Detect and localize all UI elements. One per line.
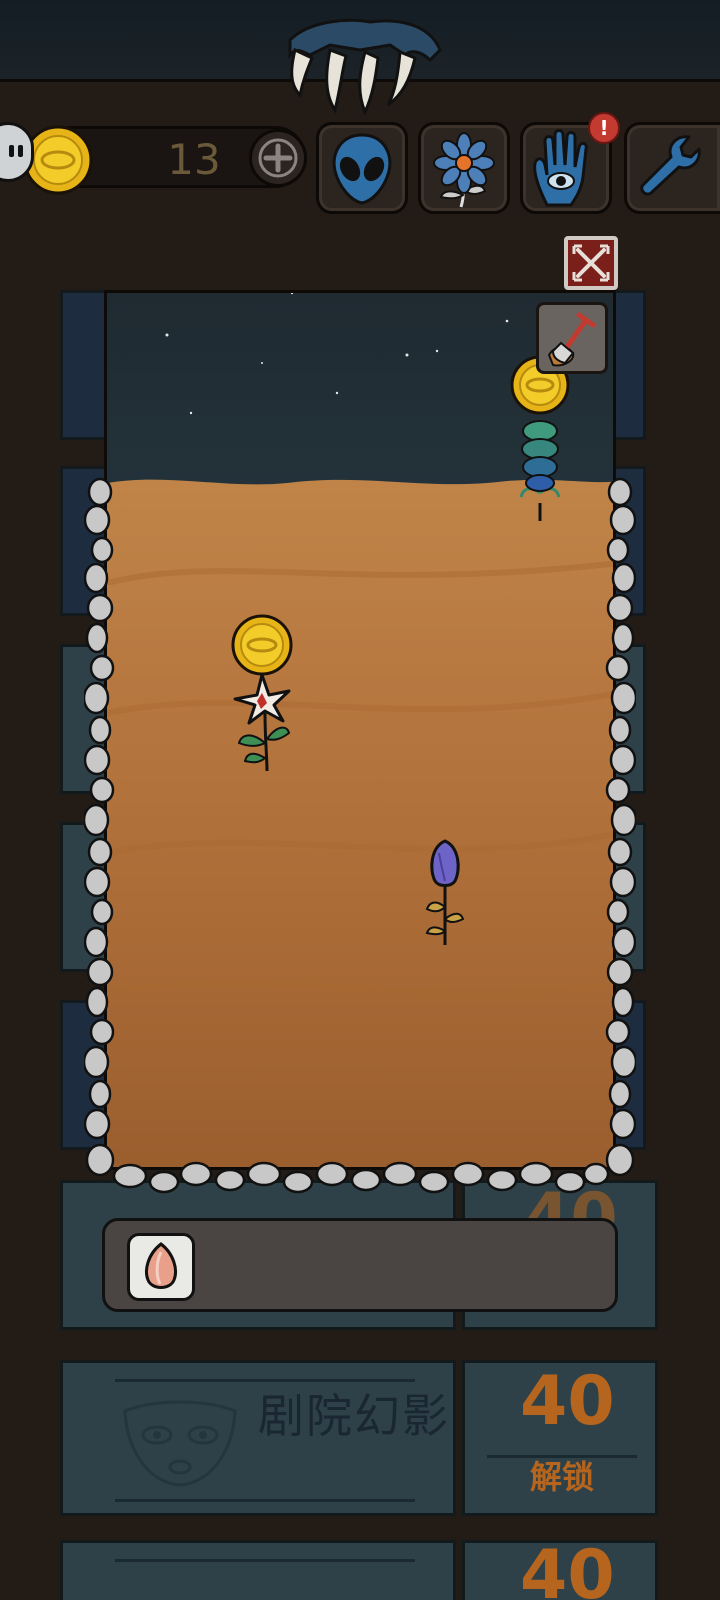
notification-badge: ! — [588, 112, 620, 144]
wrench-icon — [640, 135, 701, 196]
ticket-price: 40 — [520, 1536, 615, 1600]
ticket-card[interactable] — [60, 1540, 456, 1600]
coin-count: 13 — [167, 135, 221, 184]
chat-bubble-button[interactable] — [0, 122, 34, 182]
ticket-card[interactable] — [60, 644, 108, 794]
ticket-card[interactable] — [60, 466, 108, 616]
seed-slot[interactable] — [127, 1233, 195, 1301]
unlock-label: 解锁 — [530, 1458, 595, 1496]
close-button[interactable] — [564, 236, 618, 290]
theater-mask-icon — [123, 1400, 237, 1487]
settings-button[interactable] — [624, 122, 720, 214]
garden-view[interactable] — [104, 290, 616, 1170]
alien-head-icon — [332, 133, 392, 205]
seed-icon — [145, 1242, 177, 1289]
shovel-icon — [547, 312, 596, 367]
purple-tulip-plant[interactable] — [415, 837, 475, 957]
theater-ticket-label: 剧院幻影 — [258, 1389, 450, 1443]
ticket-card[interactable] — [60, 1000, 108, 1150]
speech-bubble-icon — [9, 145, 23, 157]
close-icon — [572, 244, 610, 282]
stacked-bulb-plant[interactable] — [505, 353, 575, 523]
flower-icon — [433, 132, 495, 208]
white-lily-plant[interactable] — [217, 613, 307, 783]
monster-claw-icon — [288, 18, 442, 116]
plus-icon — [258, 138, 298, 178]
coin-counter: 13 — [23, 125, 307, 195]
add-coins-button[interactable] — [249, 129, 307, 187]
flower-button[interactable] — [418, 122, 510, 214]
seed-tray — [102, 1218, 618, 1312]
alien-button[interactable] — [316, 122, 408, 214]
theater-ticket-price: 40 — [520, 1362, 615, 1441]
ticket-card[interactable] — [60, 822, 108, 972]
ticket-card[interactable] — [60, 290, 108, 440]
shovel-button[interactable] — [536, 302, 608, 374]
